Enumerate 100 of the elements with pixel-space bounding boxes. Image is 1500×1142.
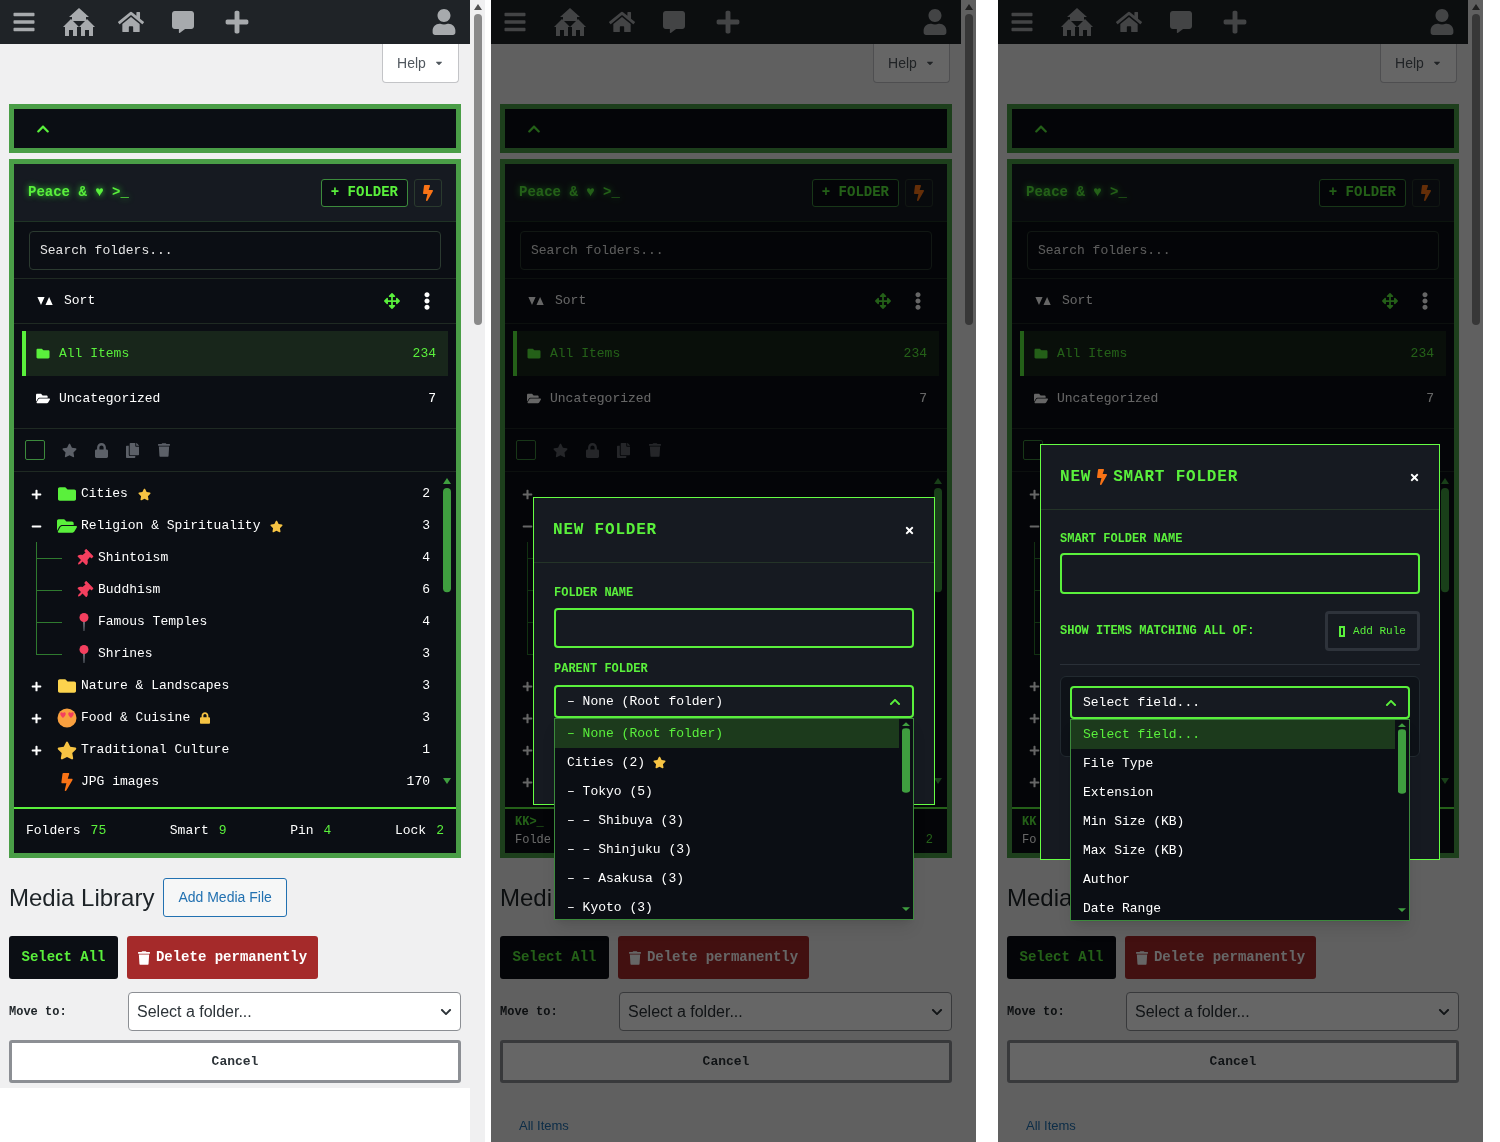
open-folder-icon (36, 392, 50, 405)
folder-name[interactable]: Food & Cuisine (81, 708, 191, 728)
rectangle-icon (1339, 625, 1346, 637)
dropdown-option[interactable]: Extension (1071, 778, 1395, 807)
expand-icon[interactable] (30, 712, 42, 724)
page-title: Media Library (9, 882, 155, 913)
expand-icon[interactable] (30, 488, 42, 500)
expand-icon[interactable] (30, 680, 42, 692)
dropdown-option[interactable]: – None (Root folder) (555, 719, 899, 748)
field-select[interactable]: Select field... (1070, 686, 1410, 719)
folder-row[interactable]: Uncategorized 7 (513, 376, 939, 421)
dropdown-option[interactable]: Date Range (1071, 894, 1395, 923)
trash-icon (1135, 950, 1148, 965)
close-icon[interactable] (1409, 471, 1420, 483)
folder-select[interactable]: Select a folder... (128, 992, 461, 1031)
help-button[interactable]: Help (382, 44, 459, 83)
panel-title: Peace & ♥ >_ (1026, 183, 1127, 202)
new-folder-button[interactable]: + FOLDER (320, 178, 408, 207)
lock-icon[interactable] (95, 442, 108, 458)
modal-title: SMART FOLDER (1113, 467, 1239, 488)
page-scrollbar[interactable] (1470, 2, 1481, 327)
star-icon (57, 740, 77, 760)
star-icon[interactable] (62, 442, 77, 458)
page-scrollbar[interactable] (472, 2, 483, 327)
folder-name[interactable]: Nature & Landscapes (81, 676, 230, 696)
item-count: 234 (903, 344, 927, 363)
item-count: 1 (422, 741, 430, 760)
sort-label[interactable]: Sort (1062, 291, 1094, 311)
page-title: Media (1007, 882, 1073, 913)
item-count: 3 (422, 517, 430, 536)
sort-label[interactable]: Sort (555, 291, 587, 311)
stat-value: 4 (323, 822, 332, 841)
close-icon[interactable] (904, 524, 915, 536)
dropdown-option[interactable]: – – Asakusa (3) (555, 864, 899, 893)
smart-folder-name-field[interactable] (1060, 553, 1420, 594)
select-all-checkbox[interactable] (516, 440, 536, 460)
trash-icon (137, 950, 150, 965)
dropdown-option[interactable]: Cities (2) (555, 748, 899, 777)
item-count: 3 (422, 677, 430, 696)
folder-icon (57, 485, 77, 503)
dropdown-option[interactable]: – Tokyo (5) (555, 777, 899, 806)
star-icon[interactable] (553, 442, 568, 458)
user-icon[interactable] (431, 9, 457, 35)
dropdown-option[interactable]: File Type (1071, 749, 1395, 778)
move-icon[interactable] (384, 293, 400, 309)
sort-label[interactable]: Sort (64, 291, 96, 311)
home-icon[interactable] (118, 10, 144, 34)
sort-icon[interactable] (37, 296, 54, 306)
folder-name[interactable]: JPG images (81, 772, 159, 792)
stat-label: Fo (1022, 832, 1037, 849)
delete-button[interactable]: Delete permanently (127, 936, 318, 979)
folder-name[interactable]: Shintoism (98, 548, 169, 568)
folder-name[interactable]: Traditional Culture (81, 740, 230, 760)
page-scrollbar[interactable] (963, 2, 974, 327)
folder-row[interactable]: Uncategorized 7 (22, 376, 448, 421)
stat-value: 2 (436, 822, 444, 841)
bolt-icon (61, 773, 73, 791)
trash-icon[interactable] (158, 443, 170, 457)
folder-icon (36, 347, 50, 360)
houses-icon[interactable] (62, 7, 96, 37)
folder-icon (57, 677, 77, 695)
select-all-button[interactable]: Select All (9, 936, 118, 979)
expand-icon[interactable] (30, 744, 42, 756)
move-to-label: Move to: (9, 1003, 68, 1021)
folder-row[interactable]: Uncategorized 7 (1020, 376, 1446, 421)
search-field[interactable]: Search folders... (520, 230, 932, 270)
comment-icon[interactable] (172, 10, 194, 34)
brand-label: KK (1022, 814, 1037, 831)
folder-name[interactable]: Cities (81, 484, 128, 504)
folder-row[interactable]: All Items 234 (22, 331, 448, 376)
search-field[interactable]: Search folders... (1027, 230, 1439, 270)
dropdown-option[interactable]: Author (1071, 865, 1395, 894)
item-count: 7 (1426, 389, 1434, 408)
copy-icon[interactable] (126, 442, 139, 458)
smart-folder-button[interactable] (414, 178, 442, 207)
folder-name[interactable]: Buddhism (98, 580, 161, 600)
field-label: SHOW ITEMS MATCHING ALL OF: (1060, 623, 1255, 640)
stat-label: Pin (290, 822, 314, 841)
add-rule-button[interactable]: Add Rule (1325, 611, 1420, 651)
field-label: SMART FOLDER NAME (1060, 531, 1184, 548)
folder-name[interactable]: Religion & Spirituality (81, 516, 261, 536)
dropdown-option[interactable]: Select field... (1071, 720, 1395, 749)
folder-icon (1034, 347, 1048, 360)
add-media-button[interactable]: Add Media File (163, 878, 287, 917)
move-to-label: Move to: (500, 1003, 559, 1021)
cancel-button[interactable]: Cancel (9, 1040, 461, 1083)
folder-name[interactable]: Shrines (98, 644, 153, 664)
stat-value: 2 (925, 832, 933, 849)
folder-name[interactable]: Famous Temples (98, 612, 208, 632)
dropdown-option[interactable]: – Kyoto (3) (555, 893, 899, 922)
parent-folder-select[interactable]: – None (Root folder) (554, 685, 914, 718)
folder-name-field[interactable] (554, 608, 914, 648)
item-count: 3 (422, 709, 430, 728)
dropdown-option[interactable]: – – Shibuya (3) (555, 806, 899, 835)
plus-icon[interactable] (224, 9, 250, 35)
search-field[interactable]: Search folders... (29, 230, 441, 270)
select-all-checkbox[interactable] (25, 440, 45, 460)
dropdown-option[interactable]: Max Size (KB) (1071, 836, 1395, 865)
dropdown-option[interactable]: – – Shinjuku (3) (555, 835, 899, 864)
dropdown-option[interactable]: Min Size (KB) (1071, 807, 1395, 836)
